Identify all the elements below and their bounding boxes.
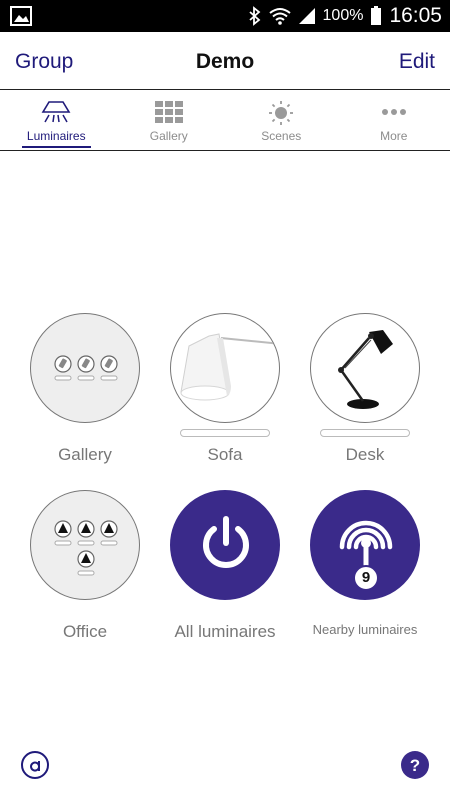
tile-office[interactable]: Office — [15, 490, 155, 642]
status-time: 16:05 — [389, 4, 442, 27]
tile-all-luminaires[interactable]: All luminaires — [155, 490, 295, 642]
svg-text:?: ? — [410, 756, 420, 775]
tile-label: Desk — [345, 445, 385, 464]
help-icon[interactable]: ? — [400, 750, 430, 780]
level-bar[interactable] — [320, 429, 410, 437]
grid-icon — [154, 101, 183, 123]
tile-label: Gallery — [58, 445, 112, 464]
nearby-count-badge: 9 — [353, 565, 379, 591]
floor-lamp-icon — [170, 313, 280, 423]
tab-label: Luminaires — [26, 129, 86, 143]
office-group-icon — [30, 490, 140, 600]
more-icon — [381, 109, 406, 115]
tab-label: Gallery — [149, 129, 188, 143]
status-icons: 100% 16:05 — [248, 0, 442, 32]
sun-icon — [269, 101, 294, 125]
tab-label: Scenes — [261, 129, 302, 143]
signal-icon: 9 — [310, 490, 420, 600]
gallery-notification-icon — [10, 6, 32, 26]
tile-label: Sofa — [207, 445, 243, 464]
tab-bar: Luminaires Gallery Scenes More — [0, 91, 450, 151]
tile-label: Office — [62, 622, 108, 641]
wifi-icon — [268, 8, 291, 25]
tab-more[interactable]: More — [338, 91, 450, 150]
desk-lamp-icon — [310, 313, 420, 423]
status-bar: 100% 16:05 — [0, 0, 450, 32]
tile-label: All luminaires — [174, 622, 276, 641]
tile-nearby-luminaires[interactable]: 9 Nearby luminaires — [295, 490, 435, 637]
tile-label: Nearby luminaires — [312, 622, 418, 637]
edit-button[interactable]: Edit — [399, 50, 435, 74]
power-icon — [170, 490, 280, 600]
group-button[interactable]: Group — [15, 50, 73, 74]
gallery-group-icon — [30, 313, 140, 423]
level-bar[interactable] — [180, 429, 270, 437]
tab-luminaires[interactable]: Luminaires — [0, 91, 113, 150]
tile-sofa[interactable]: Sofa — [155, 313, 295, 465]
signal-strength-icon — [298, 8, 315, 24]
luminaire-icon — [41, 101, 71, 123]
brand-logo-icon[interactable] — [20, 750, 50, 780]
bluetooth-icon — [248, 6, 260, 26]
tab-scenes[interactable]: Scenes — [225, 91, 338, 150]
tab-label: More — [380, 129, 408, 143]
app-header: Group Demo Edit — [0, 32, 450, 90]
battery-icon — [371, 6, 382, 25]
battery-percent: 100% — [322, 7, 364, 24]
tab-gallery[interactable]: Gallery — [113, 91, 226, 150]
tile-gallery[interactable]: Gallery — [15, 313, 155, 465]
tile-desk[interactable]: Desk — [295, 313, 435, 465]
